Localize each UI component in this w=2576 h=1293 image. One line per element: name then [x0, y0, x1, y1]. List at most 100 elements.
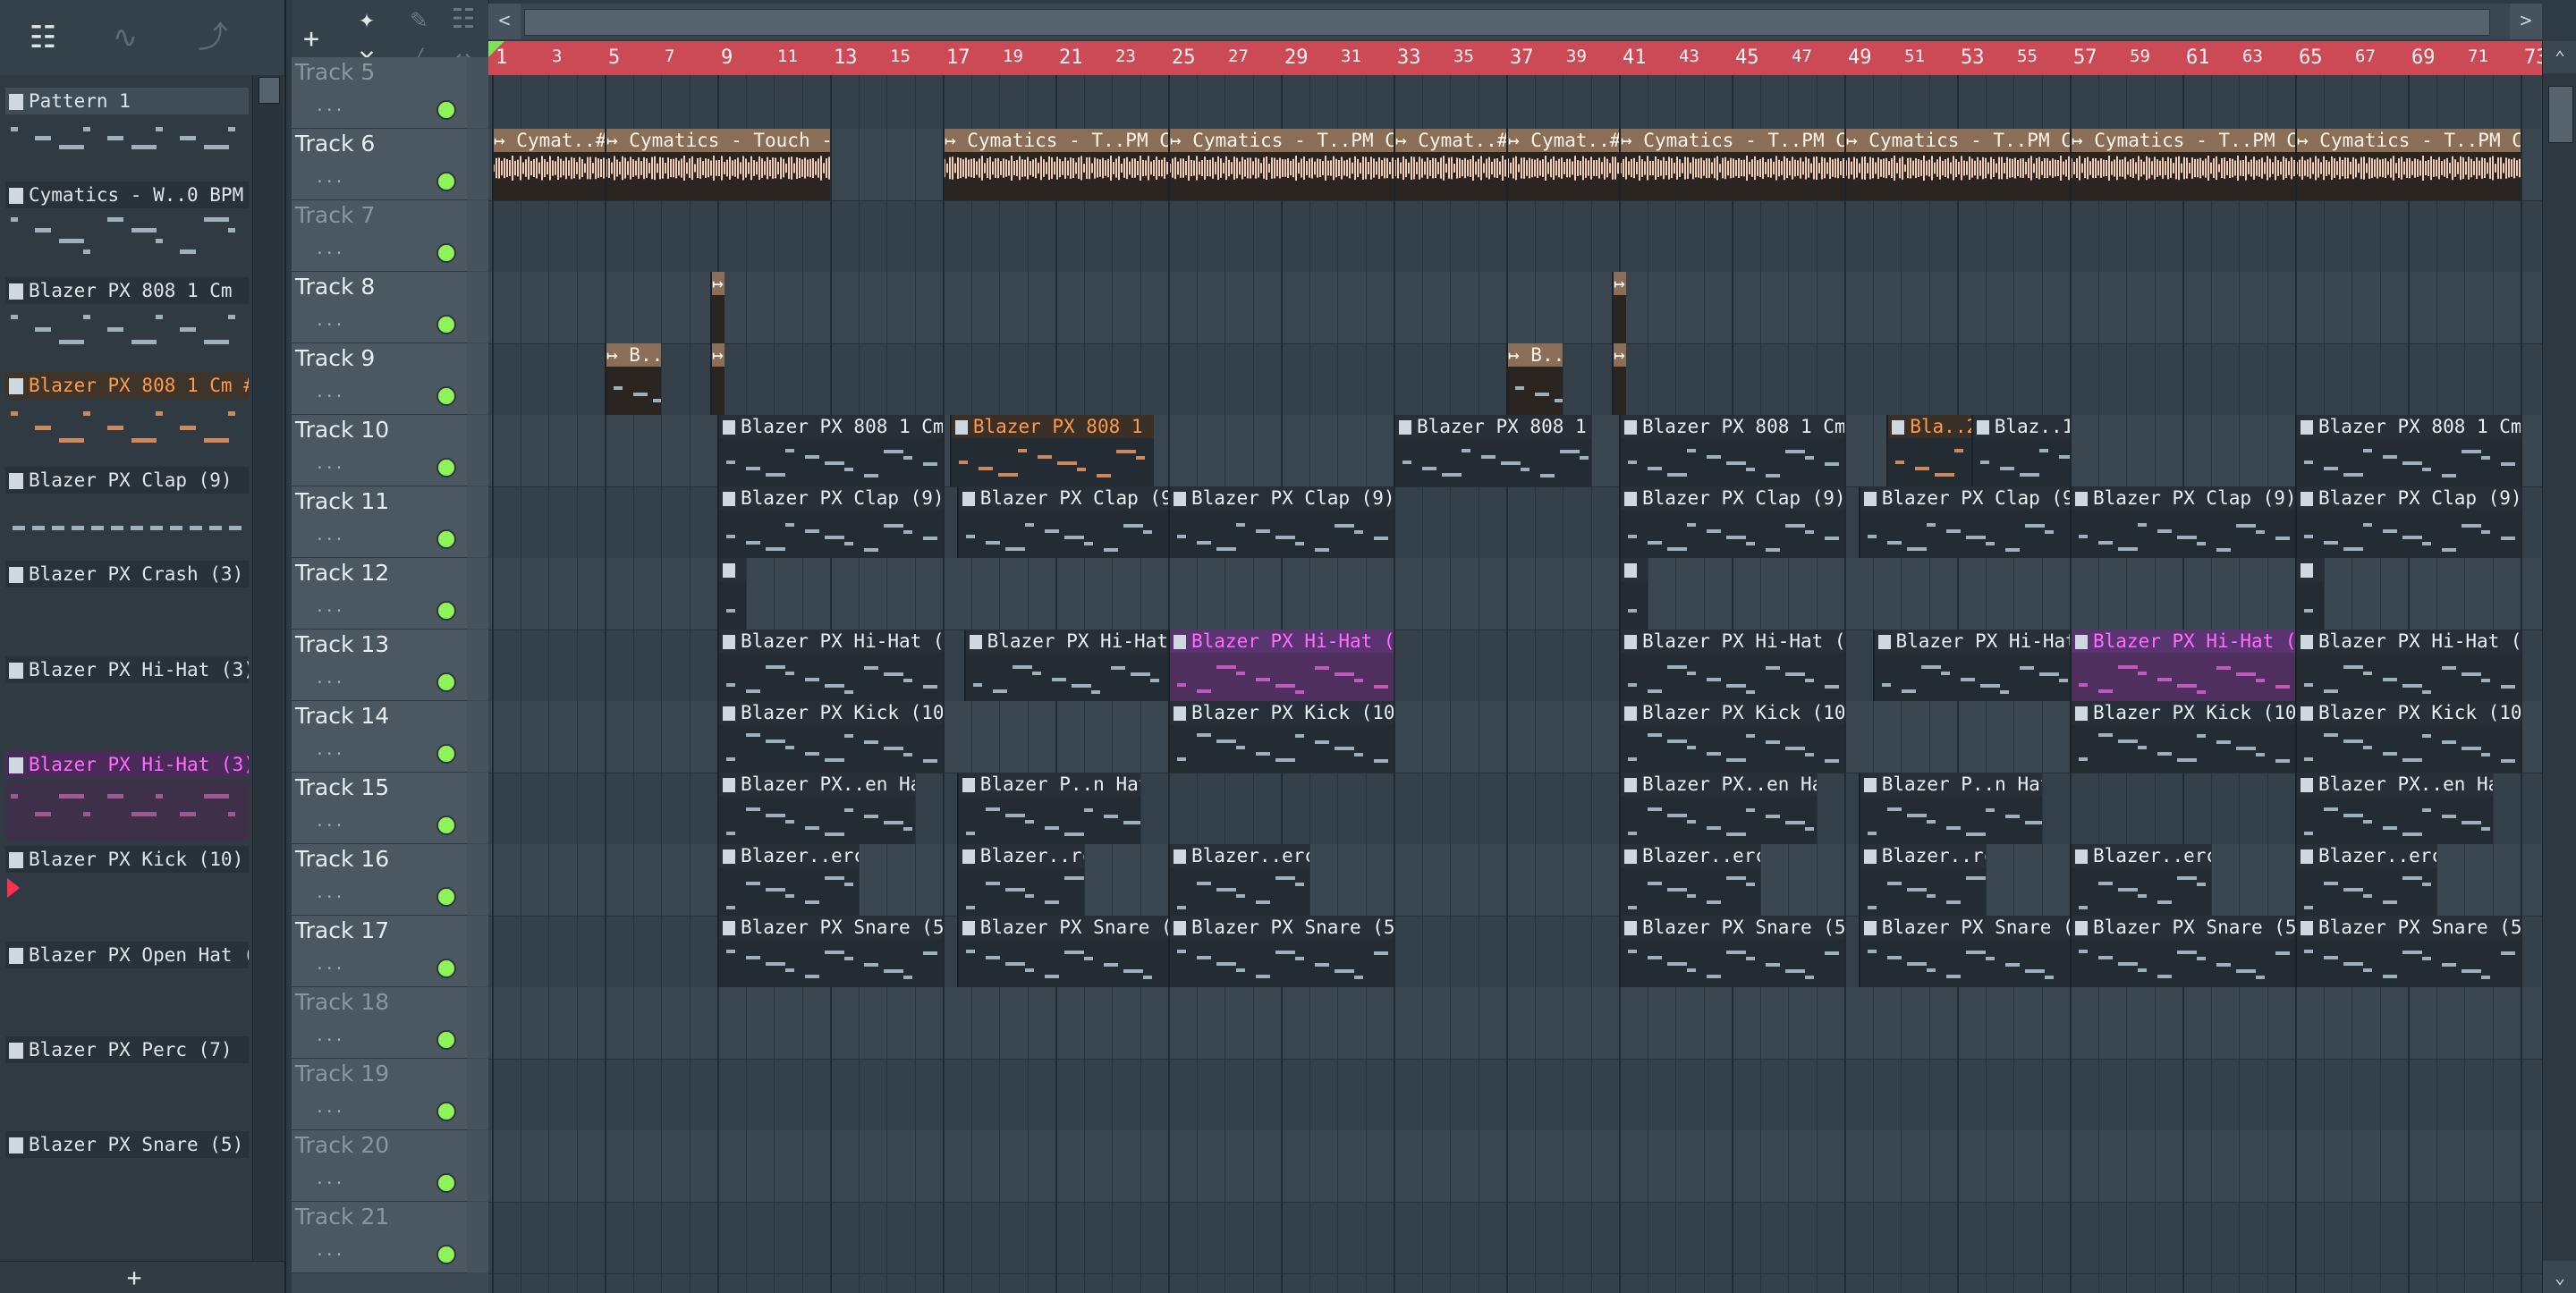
playlist-clip[interactable]: ↦	[710, 343, 724, 415]
playlist-clip[interactable]: ↦ Cymat..#2	[1506, 129, 1619, 200]
track-enable-led[interactable]	[436, 172, 456, 191]
playlist-clip[interactable]: Blazer..erc (7)	[717, 844, 859, 916]
playlist-clip[interactable]: Blazer PX 808 1 Cm	[2295, 415, 2521, 486]
picker-item[interactable]: Blazer PX Perc (7)	[0, 1036, 252, 1131]
playlist-clip[interactable]: Blazer PX Clap (9)	[2070, 486, 2295, 558]
playlist-clip[interactable]: Blazer PX 808 1 Cm	[1619, 415, 1844, 486]
playlist-clip[interactable]: ↦ Cymat..#2	[1394, 129, 1506, 200]
picker-item[interactable]: Blazer PX Open Hat (11)	[0, 942, 252, 1036]
playlist-clip[interactable]: Blazer PX Clap (9)	[1619, 486, 1844, 558]
track-resize-grip[interactable]	[467, 987, 488, 1058]
picker-scrollbar[interactable]	[252, 75, 284, 1261]
track-resize-grip[interactable]	[467, 1059, 488, 1129]
track-header[interactable]: Track 12...	[292, 558, 488, 630]
playlist-clip[interactable]	[1619, 558, 1648, 630]
track-header[interactable]: Track 10...	[292, 415, 488, 486]
playlist-row[interactable]	[488, 75, 2542, 130]
track-resize-grip[interactable]	[467, 1202, 488, 1272]
playlist-clip[interactable]: Blazer PX Snare (5)	[717, 916, 943, 987]
playlist-clip[interactable]: Blazer PX Hi-Hat (3) #2	[2070, 630, 2295, 701]
track-enable-led[interactable]	[436, 100, 456, 120]
add-pattern-button[interactable]: +	[116, 1262, 152, 1293]
picker-item[interactable]: Blazer PX Snare (5)	[0, 1131, 252, 1226]
playlist-clip[interactable]: Blazer..erc (7)	[1168, 844, 1309, 916]
timeline-ruler[interactable]: 1 3 5 7 9 11 13 15 17 19 21 23 25 27 29 31 33 35 37 39 41 43 4…	[488, 41, 2542, 75]
track-resize-grip[interactable]	[467, 272, 488, 342]
playlist-overview[interactable]: < >	[488, 4, 2542, 39]
playlist-clip[interactable]: Blazer PX 808 1 Cm #2	[949, 415, 1155, 486]
track-resize-grip[interactable]	[467, 200, 488, 271]
picker-item[interactable]: Blazer PX Hi-Hat (3) #2	[0, 751, 252, 846]
playlist-row[interactable]	[488, 272, 2542, 344]
picker-item[interactable]: Blazer PX 808 1 Cm	[0, 277, 252, 372]
playlist-clip[interactable]: ↦	[1612, 343, 1626, 415]
track-resize-grip[interactable]	[467, 701, 488, 772]
playlist-clip[interactable]: Blazer PX Snare (5)	[1619, 916, 1844, 987]
playlist-clip[interactable]: ↦ Cymatics - T..PM C Min #3	[1168, 129, 1394, 200]
playlist-clip[interactable]: Blaz..1 Cm	[1970, 415, 2070, 486]
playlist-clip[interactable]: Blazer PX Clap (9)	[1168, 486, 1394, 558]
track-resize-grip[interactable]	[467, 844, 488, 915]
track-enable-led[interactable]	[436, 744, 456, 764]
picker-item[interactable]: Blazer PX 808 1 Cm #2	[0, 372, 252, 467]
playlist-clip[interactable]: Blazer PX Snare (5)	[1168, 916, 1394, 987]
playlist-row[interactable]	[488, 1130, 2542, 1203]
playlist-clip[interactable]: ↦ Cymatics - T..PM C Min #2	[1619, 129, 1844, 200]
track-resize-grip[interactable]	[467, 486, 488, 557]
playlist-clip[interactable]: Blazer PX Snare (5)	[2295, 916, 2521, 987]
track-resize-grip[interactable]	[467, 129, 488, 199]
playlist-clip[interactable]: Blazer PX Hi-Hat (3)	[717, 630, 943, 701]
track-enable-led[interactable]	[436, 1102, 456, 1121]
playlist-clip[interactable]: ↦ Cymatics - T..PM C Min #2	[2295, 129, 2521, 200]
playlist-clip[interactable]: ↦	[1612, 272, 1626, 343]
playlist-clip[interactable]: ↦ B..s	[1506, 343, 1563, 415]
draw-tool-icon[interactable]: ✎	[399, 2, 438, 38]
track-enable-led[interactable]	[436, 959, 456, 978]
picker-item[interactable]: Blazer PX Clap (9)	[0, 467, 252, 562]
track-header[interactable]: Track 18...	[292, 987, 488, 1059]
track-resize-grip[interactable]	[467, 558, 488, 629]
playlist-clip[interactable]: Blazer PX Kick (10)	[717, 701, 943, 773]
playlist-row[interactable]	[488, 200, 2542, 273]
track-header[interactable]: Track 5...	[292, 57, 488, 129]
picker-item[interactable]: Blazer PX Kick (10)	[0, 846, 252, 941]
track-header[interactable]: Track 6...	[292, 129, 488, 200]
playlist-row[interactable]	[488, 558, 2542, 630]
playlist-clip[interactable]: ↦	[710, 272, 724, 343]
track-resize-grip[interactable]	[467, 916, 488, 986]
track-resize-grip[interactable]	[467, 630, 488, 700]
playlist-clip[interactable]: Blazer PX Hi-Hat (3)	[1872, 630, 2070, 701]
vertical-scroll-handle[interactable]	[2548, 86, 2573, 143]
playlist-clip[interactable]: Blazer PX Hi-Hat (3)	[963, 630, 1168, 701]
track-enable-led[interactable]	[436, 1173, 456, 1193]
playlist-clip[interactable]: Blazer PX Hi-Hat (3)	[1619, 630, 1844, 701]
picker-scroll-handle[interactable]	[258, 77, 280, 104]
track-resize-grip[interactable]	[467, 415, 488, 486]
track-enable-led[interactable]	[436, 816, 456, 835]
playlist-clip[interactable]: Blazer..rc (7)	[1858, 844, 1986, 916]
track-enable-led[interactable]	[436, 672, 456, 692]
scroll-left-button[interactable]: <	[488, 4, 521, 39]
playlist-clip[interactable]: Blazer PX Clap (9)	[1858, 486, 2070, 558]
track-enable-led[interactable]	[436, 529, 456, 549]
track-header[interactable]: Track 11...	[292, 486, 488, 558]
playlist-row[interactable]	[488, 1202, 2542, 1274]
piano-roll-icon[interactable]: ☷	[444, 2, 483, 38]
track-resize-grip[interactable]	[467, 1130, 488, 1201]
automation-icon[interactable]: ⤴	[188, 16, 238, 59]
track-resize-grip[interactable]	[467, 773, 488, 843]
picker-item[interactable]: Blazer PX Hi-Hat (3)	[0, 656, 252, 751]
playlist-clip[interactable]: Blazer PX Kick (10)	[1168, 701, 1394, 773]
picker-item[interactable]: Cymatics - W..0 BPM D# Min	[0, 182, 252, 276]
waveform-icon[interactable]: ∿	[100, 16, 150, 59]
playlist-clip[interactable]: ↦ Cymat..#2	[492, 129, 605, 200]
track-enable-led[interactable]	[436, 386, 456, 406]
vertical-scrollbar[interactable]: ⌃ ⌄	[2542, 41, 2576, 1293]
track-header[interactable]: Track 7...	[292, 200, 488, 272]
track-header[interactable]: Track 8...	[292, 272, 488, 343]
playlist-clip[interactable]: Blazer..erc (7)	[1619, 844, 1760, 916]
track-header[interactable]: Track 17...	[292, 916, 488, 987]
playlist-clip[interactable]: Blazer..erc (7)	[2295, 844, 2436, 916]
playlist-clip[interactable]: Blazer..rc (7)	[956, 844, 1084, 916]
track-header[interactable]: Track 13...	[292, 630, 488, 701]
